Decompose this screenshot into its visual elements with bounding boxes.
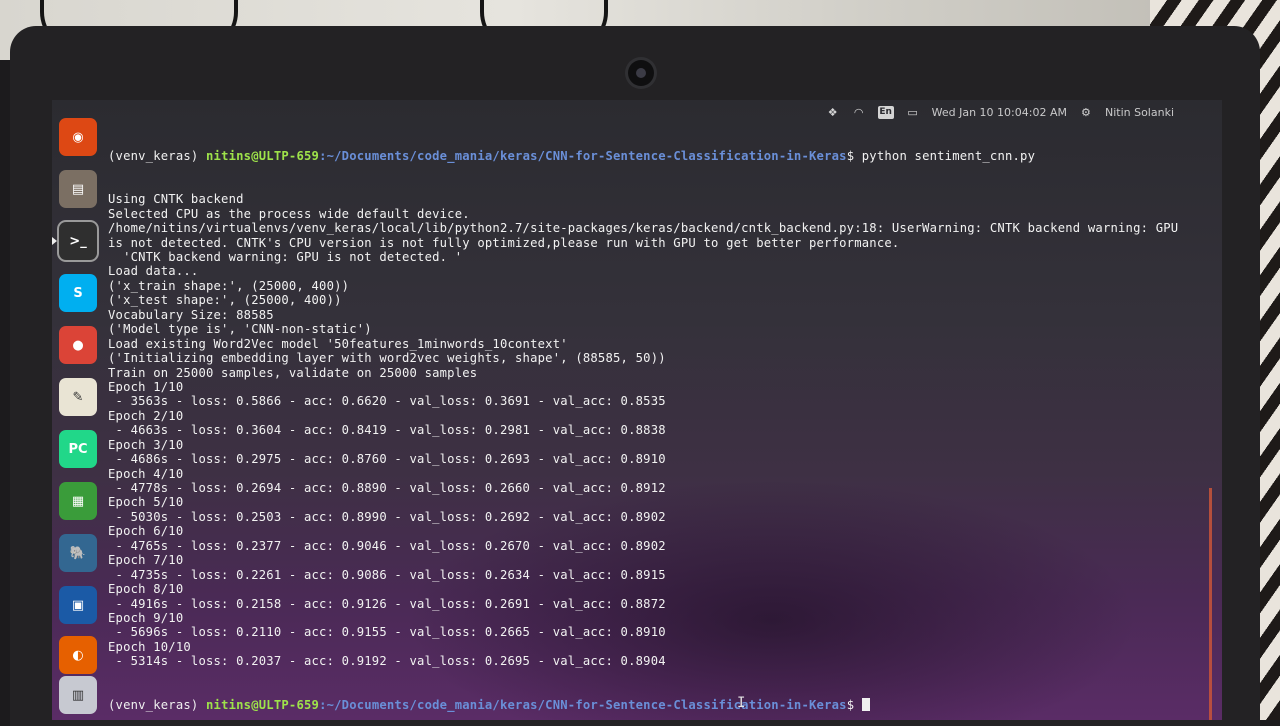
- terminal-output-line: Epoch 10/10: [108, 639, 191, 654]
- skype-icon[interactable]: S: [59, 274, 97, 312]
- terminal-output-line: Vocabulary Size: 88585: [108, 307, 274, 322]
- terminal-output-line: - 5030s - loss: 0.2503 - acc: 0.8990 - v…: [108, 509, 666, 524]
- terminal-output-line: Epoch 9/10: [108, 610, 184, 625]
- webcam: [628, 60, 654, 86]
- prompt-env: (venv_keras): [108, 148, 206, 163]
- text-cursor[interactable]: [861, 697, 870, 711]
- dropbox-icon[interactable]: ❖: [826, 107, 840, 118]
- libreoffice-calc-icon[interactable]: ▦: [59, 482, 97, 520]
- system-tray: ❖ ◠ En ▭ Wed Jan 10 10:04:02 AM ⚙ Nitin …: [826, 106, 1174, 119]
- document-viewer-icon[interactable]: ▥: [59, 676, 97, 714]
- terminal-output-line: Train on 25000 samples, validate on 2500…: [108, 365, 478, 380]
- terminal-output-line: - 5314s - loss: 0.2037 - acc: 0.9192 - v…: [108, 654, 666, 669]
- terminal-icon[interactable]: >_: [59, 222, 97, 260]
- pgadmin-elephant-icon[interactable]: 🐘: [59, 534, 97, 572]
- ubuntu-logo-icon[interactable]: ◉: [59, 118, 97, 156]
- terminal-output-line: Epoch 7/10: [108, 553, 184, 568]
- terminal-output-line: - 4778s - loss: 0.2694 - acc: 0.8890 - v…: [108, 481, 666, 495]
- terminal-output-line: - 4916s - loss: 0.2158 - acc: 0.9126 - v…: [108, 596, 666, 611]
- terminal-output-line: ('Model type is', 'CNN-non-static'): [108, 322, 372, 337]
- prompt-path: :~/Documents/code_mania/keras/CNN-for-Se…: [319, 697, 847, 712]
- prompt-env: (venv_keras): [108, 697, 206, 712]
- wifi-icon[interactable]: ◠: [852, 107, 866, 118]
- pycharm-icon[interactable]: PC: [59, 430, 97, 468]
- prompt-symbol: $: [846, 148, 862, 163]
- terminal-output-line: 'CNTK backend warning: GPU is not detect…: [108, 250, 463, 264]
- terminal-output-line: - 4686s - loss: 0.2975 - acc: 0.8760 - v…: [108, 452, 666, 467]
- terminal-output-line: is not detected. CNTK's CPU version is n…: [108, 235, 900, 250]
- terminal-output-line: Selected CPU as the process wide default…: [108, 206, 470, 221]
- text-editor-icon[interactable]: ✎: [59, 378, 97, 416]
- terminal-output-line: Epoch 6/10: [108, 524, 184, 539]
- terminal-output-line: ('x_test shape:', (25000, 400)): [108, 293, 342, 308]
- terminal-output-line: Load data...: [108, 264, 199, 279]
- running-indicator-icon: [52, 237, 57, 245]
- prompt-line: (venv_keras) nitins@ULTP-659:~/Documents…: [108, 149, 1218, 163]
- screen: ❖ ◠ En ▭ Wed Jan 10 10:04:02 AM ⚙ Nitin …: [52, 100, 1222, 720]
- ibeam-cursor-icon: I: [737, 695, 746, 711]
- firefox-icon[interactable]: ◐: [59, 636, 97, 674]
- launcher: ◉ ▤ >_ S ● ✎ PC ▦ 🐘 ▣ ◐ ▥: [52, 118, 102, 720]
- terminal-output-line: ('Initializing embedding layer with word…: [108, 351, 666, 366]
- terminal-output: Using CNTK backend Selected CPU as the pr…: [108, 192, 1218, 668]
- keyboard-layout-indicator[interactable]: En: [877, 106, 894, 119]
- terminal-output-line: /home/nitins/virtualenvs/venv_keras/loca…: [108, 221, 1179, 236]
- terminal-output-line: Epoch 1/10: [108, 379, 184, 394]
- terminal-output-line: Epoch 2/10: [108, 408, 184, 423]
- prompt-path: :~/Documents/code_mania/keras/CNN-for-Se…: [319, 148, 847, 163]
- terminal-output-line: - 5696s - loss: 0.2110 - acc: 0.9155 - v…: [108, 625, 666, 640]
- terminal-output-line: - 4735s - loss: 0.2261 - acc: 0.9086 - v…: [108, 567, 666, 582]
- datetime-indicator[interactable]: Wed Jan 10 10:04:02 AM: [932, 106, 1067, 119]
- prompt-line-current: (venv_keras) nitins@ULTP-659:~/Documents…: [108, 697, 1218, 712]
- chrome-icon[interactable]: ●: [59, 326, 97, 364]
- files-icon[interactable]: ▤: [59, 170, 97, 208]
- command-text: python sentiment_cnn.py: [861, 148, 1036, 163]
- terminal-output-line: Epoch 5/10: [108, 495, 184, 510]
- prompt-user-host: nitins@ULTP-659: [206, 697, 320, 712]
- user-name[interactable]: Nitin Solanki: [1105, 106, 1174, 119]
- terminal-output-line: Load existing Word2Vec model '50features…: [108, 336, 568, 351]
- terminal-output-line: Epoch 3/10: [108, 437, 184, 452]
- prompt-symbol: $: [846, 697, 862, 712]
- terminal-output-line: - 4663s - loss: 0.3604 - acc: 0.8419 - v…: [108, 423, 666, 438]
- terminal-output-line: Epoch 4/10: [108, 466, 184, 481]
- prompt-user-host: nitins@ULTP-659: [206, 148, 320, 163]
- virtualbox-icon[interactable]: ▣: [59, 586, 97, 624]
- terminal-scrollbar[interactable]: [1209, 488, 1212, 720]
- gear-icon[interactable]: ⚙: [1079, 107, 1093, 118]
- terminal-output-line: Epoch 8/10: [108, 582, 184, 597]
- terminal-output-line: - 4765s - loss: 0.2377 - acc: 0.9046 - v…: [108, 538, 666, 553]
- terminal-output-line: ('x_train shape:', (25000, 400)): [108, 278, 350, 293]
- terminal-output-line: - 3563s - loss: 0.5866 - acc: 0.6620 - v…: [108, 394, 666, 409]
- terminal-window[interactable]: (venv_keras) nitins@ULTP-659:~/Documents…: [108, 120, 1218, 720]
- terminal-output-line: Using CNTK backend: [108, 192, 244, 207]
- battery-icon[interactable]: ▭: [906, 107, 920, 118]
